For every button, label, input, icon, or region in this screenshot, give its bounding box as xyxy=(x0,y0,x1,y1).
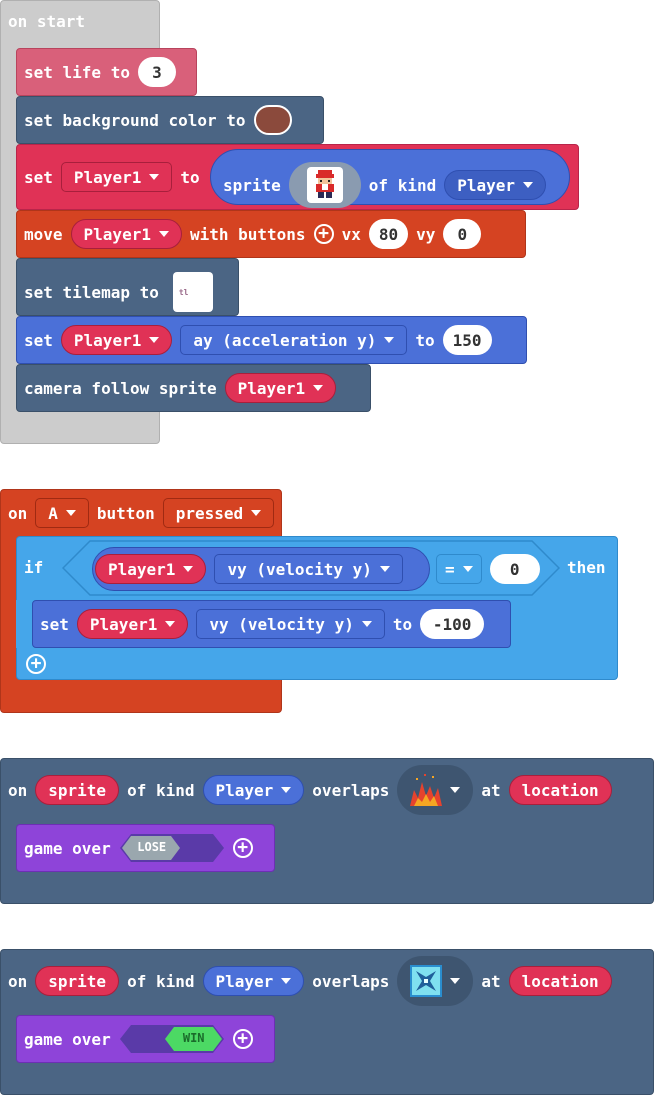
set-label: set xyxy=(24,167,53,187)
kind-dropdown[interactable]: Player xyxy=(444,170,547,200)
set-label: set xyxy=(40,614,69,634)
vx-label: vx xyxy=(341,224,361,244)
velocity-value-input[interactable]: -100 xyxy=(420,609,485,639)
game-over-label: game over xyxy=(24,1029,111,1049)
to-label: to xyxy=(415,330,435,350)
life-value-input[interactable]: 3 xyxy=(137,57,176,87)
player-sprite-icon[interactable] xyxy=(288,162,361,208)
sprite-label: sprite xyxy=(223,175,281,195)
player1-variable-dropdown[interactable]: Player1 xyxy=(60,162,173,192)
set-life-label: set life to xyxy=(24,62,130,82)
event-dropdown[interactable]: pressed xyxy=(162,498,275,528)
condition-property-dropdown[interactable]: vy (velocity y) xyxy=(214,554,403,584)
on-start-label: on start xyxy=(8,12,86,31)
lose-toggle[interactable]: LOSE xyxy=(119,833,225,863)
vy-value-input[interactable]: 0 xyxy=(443,219,482,249)
then-label: then xyxy=(567,558,606,577)
camera-player-dropdown[interactable]: Player1 xyxy=(224,373,337,403)
at-label: at xyxy=(481,971,501,991)
win-kind-dropdown[interactable]: Player xyxy=(202,966,305,996)
sprite-variable-pill[interactable]: sprite xyxy=(35,966,120,996)
location-variable-pill[interactable]: location xyxy=(508,966,612,996)
vy-label: vy xyxy=(416,224,436,244)
sprite-variable-pill[interactable]: sprite xyxy=(35,775,120,805)
win-toggle[interactable]: WIN xyxy=(119,1024,225,1054)
location-variable-pill[interactable]: location xyxy=(508,775,612,805)
operator-dropdown[interactable]: = xyxy=(436,554,482,584)
velocity-player-dropdown[interactable]: Player1 xyxy=(76,609,189,639)
acceleration-property-dropdown[interactable]: ay (acceleration y) xyxy=(180,325,408,355)
button-label: button xyxy=(96,503,155,523)
game-over-label: game over xyxy=(24,838,111,858)
move-label: move xyxy=(24,224,63,244)
set-tilemap-label: set tilemap to xyxy=(24,282,159,302)
button-dropdown[interactable]: A xyxy=(35,498,89,528)
background-color-swatch[interactable] xyxy=(253,105,292,135)
on-label: on xyxy=(8,503,28,523)
move-player-dropdown[interactable]: Player1 xyxy=(70,219,182,249)
game-over-win-plus-icon[interactable]: + xyxy=(232,1029,253,1049)
to-label: to xyxy=(392,614,413,634)
acceleration-value-input[interactable]: 150 xyxy=(442,325,492,355)
set-label: set xyxy=(24,330,53,350)
on-label: on xyxy=(8,971,28,991)
vx-value-input[interactable]: 80 xyxy=(368,219,409,249)
lose-kind-dropdown[interactable]: Player xyxy=(202,775,305,805)
to-label: to xyxy=(180,167,200,187)
fire-tile-icon[interactable] xyxy=(397,765,474,815)
of-kind-label: of kind xyxy=(368,175,437,195)
expand-plus-icon[interactable]: + xyxy=(313,224,334,244)
overlaps-label: overlaps xyxy=(312,780,390,800)
tilemap-preview[interactable]: tl xyxy=(172,272,213,312)
velocity-property-dropdown[interactable]: vy (velocity y) xyxy=(196,609,385,639)
game-over-lose-plus-icon[interactable]: + xyxy=(232,838,253,858)
win-label: WIN xyxy=(182,1031,205,1045)
lose-label: LOSE xyxy=(137,840,167,854)
of-kind-label: of kind xyxy=(127,780,195,800)
portal-tile-icon[interactable] xyxy=(397,956,474,1006)
condition-value-input[interactable]: 0 xyxy=(489,554,540,584)
acceleration-player-dropdown[interactable]: Player1 xyxy=(60,325,173,355)
overlaps-label: overlaps xyxy=(312,971,390,991)
at-label: at xyxy=(481,780,501,800)
camera-follow-label: camera follow sprite xyxy=(24,378,217,398)
add-else-plus-icon[interactable]: + xyxy=(26,654,46,674)
condition-player-dropdown[interactable]: Player1 xyxy=(95,554,207,584)
of-kind-label: of kind xyxy=(127,971,195,991)
set-background-color-label: set background color to xyxy=(24,110,246,130)
if-label: if xyxy=(24,558,44,577)
on-label: on xyxy=(8,780,28,800)
with-buttons-label: with buttons xyxy=(189,224,306,244)
